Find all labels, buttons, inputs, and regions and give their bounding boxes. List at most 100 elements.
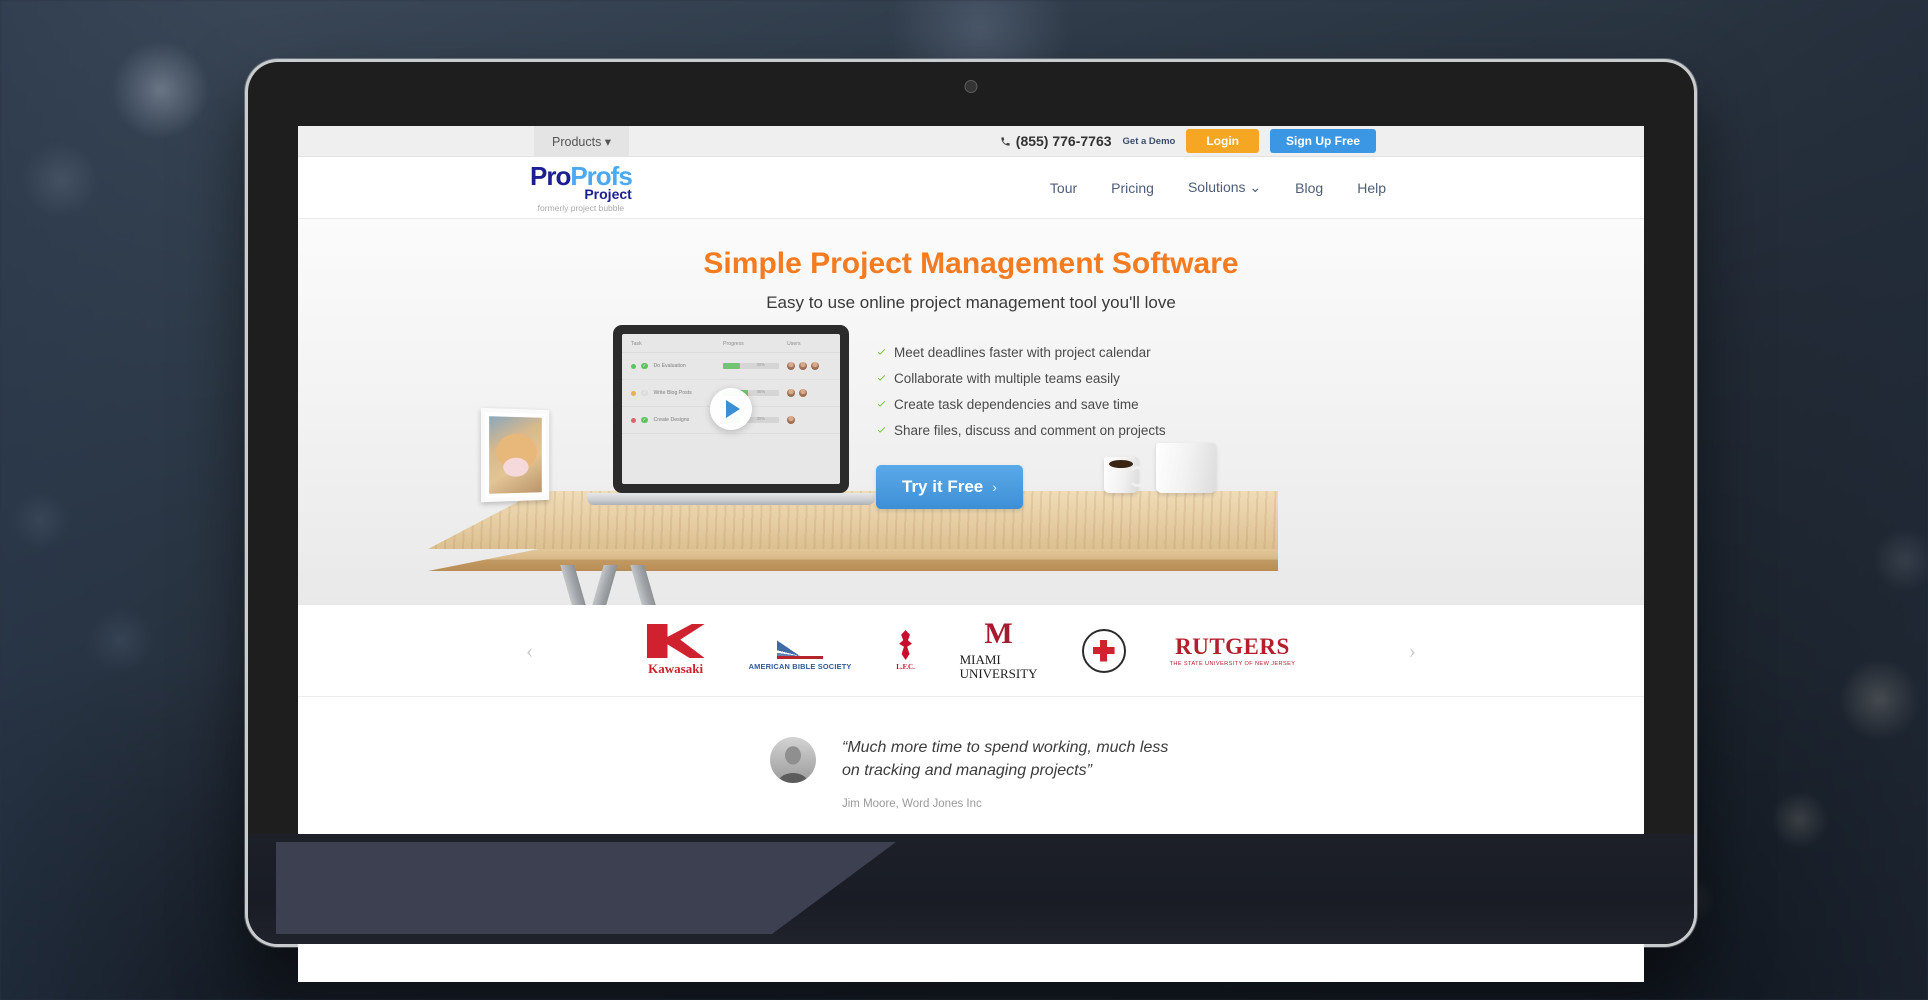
avatar (787, 362, 795, 370)
assigned-users (787, 362, 831, 370)
chevron-right-icon: › (992, 479, 997, 495)
feature-label: Share files, discuss and comment on proj… (894, 423, 1166, 438)
avatar (770, 737, 816, 783)
product-screenshot-mockup: Task Progress Users ✓ Do Evaluation 30% … (587, 325, 875, 505)
nav-item-tour[interactable]: Tour (1050, 180, 1077, 196)
check-icon (877, 427, 886, 433)
assigned-users (787, 389, 831, 397)
client-logo-australian-red-cross (1081, 628, 1126, 673)
logo-tagline: formerly project bubble (537, 202, 625, 213)
avatar (799, 389, 807, 397)
desk-leg (630, 565, 656, 605)
webpage: Products ▾ (855) 776-7763 Get a Demo Log… (298, 126, 1644, 900)
client-logo-miami-university: M MIAMI UNIVERSITY (960, 617, 1038, 680)
status-dot (631, 390, 636, 396)
avatar (799, 362, 807, 370)
client-logo-rutgers: RUTGERS THE STATE UNIVERSITY OF NEW JERS… (1170, 635, 1296, 667)
assigned-users (787, 416, 831, 424)
login-button[interactable]: Login (1186, 129, 1259, 153)
open-book-icon (777, 630, 824, 659)
laptop-base (248, 834, 1694, 944)
testimonial-body: “Much more time to spend working, much l… (842, 737, 1172, 810)
client-logo-label: L.F.C. (896, 663, 915, 671)
client-logo-label-2: THE STATE UNIVERSITY OF NEW JERSEY (1169, 660, 1296, 667)
desk-leg (592, 565, 618, 605)
utility-bar: Products ▾ (855) 776-7763 Get a Demo Log… (298, 126, 1644, 157)
feature-label: Collaborate with multiple teams easily (894, 371, 1120, 386)
check-icon (877, 349, 886, 355)
client-logo-carousel: ‹ Kawasaki AMERICAN BIBLE SOCIETY L.F.C.… (298, 605, 1644, 697)
logo-wordmark: ProProfs (530, 160, 633, 191)
phone-number-text: (855) 776-7763 (1015, 133, 1112, 149)
task-table-header: Task Progress Users (622, 334, 840, 353)
task-name: Write Blog Posts (653, 390, 692, 396)
column-header-task: Task (631, 341, 642, 347)
hero-section: Simple Project Management Software Easy … (298, 219, 1644, 605)
feature-label: Meet deadlines faster with project calen… (894, 345, 1151, 360)
nav-item-pricing[interactable]: Pricing (1111, 180, 1154, 196)
status-dot (631, 417, 636, 423)
check-icon (877, 401, 886, 407)
signup-free-button[interactable]: Sign Up Free (1269, 129, 1376, 153)
client-logo-american-bible-society: AMERICAN BIBLE SOCIETY (748, 630, 852, 671)
task-incomplete-icon: ✓ (641, 389, 648, 397)
avatar (787, 389, 795, 397)
progress-label: 30% (756, 362, 765, 367)
client-logo-label: Kawasaki (648, 661, 704, 676)
nav-links: Tour Pricing Solutions ⌄ Blog Help (1050, 179, 1386, 196)
nav-item-help[interactable]: Help (1357, 180, 1386, 196)
avatar (811, 362, 819, 370)
play-button-icon[interactable] (710, 388, 752, 430)
feature-item: Share files, discuss and comment on proj… (876, 423, 1166, 438)
feature-label: Create task dependencies and save time (894, 397, 1139, 412)
nav-item-solutions[interactable]: Solutions ⌄ (1188, 179, 1261, 196)
progress-bar: 30% (723, 362, 779, 369)
try-it-free-button[interactable]: Try it Free › (876, 465, 1023, 509)
get-a-demo-link[interactable]: Get a Demo (1123, 136, 1176, 147)
utility-bar-actions: (855) 776-7763 Get a Demo Login Sign Up … (1000, 129, 1376, 153)
cross-shape (1092, 639, 1115, 662)
page-subtitle: Easy to use online project management to… (766, 293, 1176, 312)
photo-frame (480, 407, 550, 503)
testimonial-quote: “Much more time to spend working, much l… (842, 739, 1169, 779)
kawasaki-mark-icon (646, 624, 705, 658)
task-complete-icon: ✓ (641, 416, 648, 424)
nav-item-blog[interactable]: Blog (1295, 180, 1323, 196)
hero-feature-column: Meet deadlines faster with project calen… (876, 345, 1166, 509)
column-header-users: Users (787, 341, 801, 347)
main-navbar: ProProfs Project formerly project bubble… (298, 157, 1644, 219)
client-logo-kawasaki: Kawasaki (646, 624, 705, 677)
testimonial-author: Jim Moore, Word Jones Inc (842, 798, 982, 811)
feature-item: Collaborate with multiple teams easily (876, 371, 1166, 386)
chevron-right-icon[interactable]: › (1409, 638, 1416, 664)
liver-bird-icon (899, 630, 912, 660)
task-name: Create Designs (653, 417, 690, 423)
avatar (787, 416, 795, 424)
laptop-device-frame: Products ▾ (855) 776-7763 Get a Demo Log… (248, 62, 1694, 982)
proprofs-logo[interactable]: ProProfs Project formerly project bubble (530, 160, 633, 213)
desk-edge (428, 549, 1278, 571)
red-cross-icon (1081, 628, 1126, 673)
testimonial-section: “Much more time to spend working, much l… (298, 697, 1644, 845)
logo-pro-text: Pro (530, 160, 571, 191)
status-dot (631, 363, 636, 369)
feature-item: Meet deadlines faster with project calen… (876, 345, 1166, 360)
phone-number[interactable]: (855) 776-7763 (1000, 133, 1112, 149)
products-menu-button[interactable]: Products ▾ (534, 126, 630, 157)
client-logo-liverpool-fc: L.F.C. (896, 630, 916, 671)
page-title: Simple Project Management Software (703, 247, 1239, 280)
phone-icon (1001, 136, 1010, 146)
task-complete-icon: ✓ (641, 362, 648, 370)
dog-photo (489, 416, 542, 494)
client-logo-label: AMERICAN BIBLE SOCIETY (748, 661, 852, 671)
feature-item: Create task dependencies and save time (876, 397, 1166, 412)
check-icon (877, 375, 886, 381)
task-name: Do Evaluation (653, 363, 686, 369)
miami-m-icon: M (984, 617, 1013, 651)
table-row: ✓ Do Evaluation 30% (622, 353, 840, 380)
column-header-progress: Progress (723, 341, 744, 347)
mockup-laptop-base (587, 493, 875, 505)
webcam-icon (964, 80, 978, 93)
chevron-left-icon[interactable]: ‹ (526, 638, 533, 664)
try-it-free-label: Try it Free (902, 477, 984, 496)
